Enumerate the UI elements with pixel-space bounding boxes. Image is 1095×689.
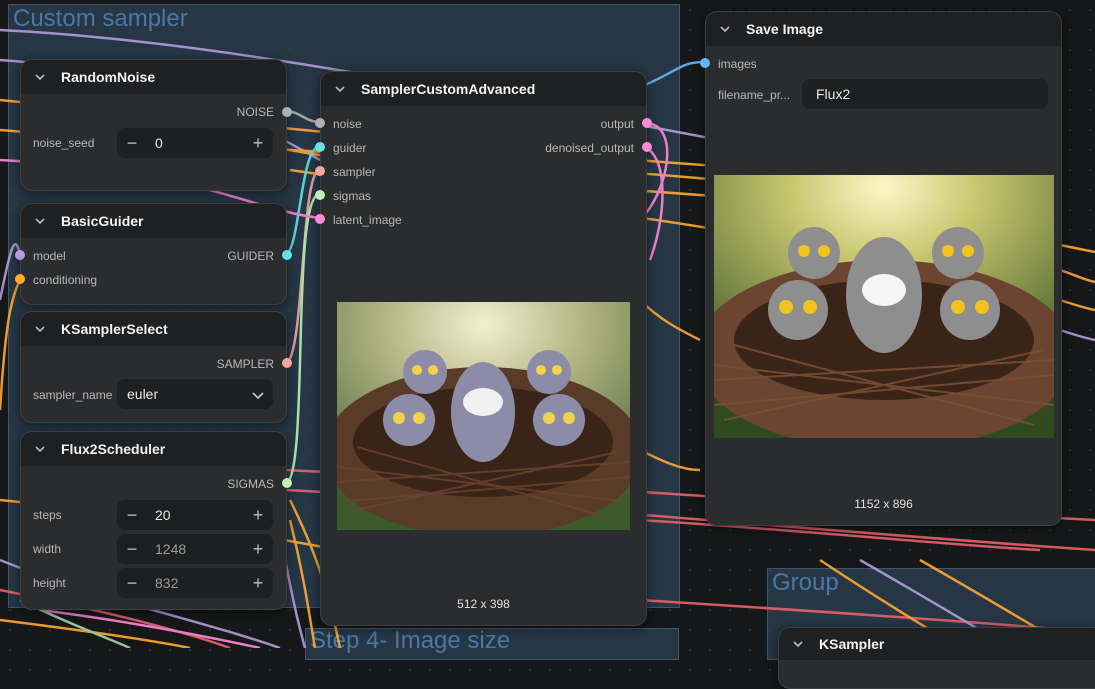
sampler-name-select[interactable]: euler — [117, 379, 273, 409]
input-label-model: model — [33, 249, 66, 263]
node-sampler-custom-advanced[interactable]: SamplerCustomAdvanced noise guider sampl… — [315, 71, 652, 626]
node-title: Flux2Scheduler — [61, 441, 166, 457]
filename-prefix-value[interactable]: Flux2 — [802, 86, 1048, 102]
saved-image — [714, 175, 1054, 438]
steps-value[interactable]: 20 — [147, 507, 243, 523]
widget-label: noise_seed — [33, 136, 95, 150]
group-step4[interactable]: Step 4- Image size — [305, 627, 679, 660]
noise-seed-value[interactable]: 0 — [147, 135, 243, 151]
node-ksampler-select[interactable]: KSamplerSelect SAMPLER sampler_name eule… — [20, 311, 292, 423]
node-title: KSamplerSelect — [61, 321, 168, 337]
input-label-images: images — [718, 57, 757, 71]
noise-seed-stepper[interactable]: − 0 + — [117, 128, 273, 158]
input-dot-model[interactable] — [15, 250, 25, 260]
height-stepper[interactable]: − 832 + — [117, 568, 273, 598]
input-dot-conditioning[interactable] — [15, 274, 25, 284]
input-label-noise: noise — [333, 117, 362, 131]
output-dot-sampler[interactable] — [282, 358, 292, 368]
minus-icon[interactable]: − — [117, 133, 147, 154]
sampler-name-value[interactable]: euler — [117, 386, 243, 402]
output-label-noise: NOISE — [236, 105, 274, 119]
minus-icon[interactable]: − — [117, 505, 147, 526]
minus-icon[interactable]: − — [117, 573, 147, 594]
node-title: KSampler — [819, 636, 885, 652]
chevron-down-icon[interactable] — [791, 637, 805, 651]
node-title: BasicGuider — [61, 213, 144, 229]
output-dot-denoised[interactable] — [642, 142, 652, 152]
input-label-sampler: sampler — [333, 165, 376, 179]
node-title: Save Image — [746, 21, 824, 37]
filename-prefix-field[interactable]: Flux2 — [802, 79, 1048, 109]
steps-stepper[interactable]: − 20 + — [117, 500, 273, 530]
input-dot-sigmas[interactable] — [315, 190, 325, 200]
plus-icon[interactable]: + — [243, 539, 273, 560]
widget-label: filename_pr... — [718, 88, 791, 102]
plus-icon[interactable]: + — [243, 573, 273, 594]
input-dot-guider[interactable] — [315, 142, 325, 152]
node-title: RandomNoise — [61, 69, 156, 85]
chevron-down-icon[interactable] — [333, 82, 347, 96]
node-random-noise[interactable]: RandomNoise NOISE noise_seed − 0 + — [20, 59, 292, 191]
widget-label: height — [33, 576, 66, 590]
chevron-down-icon[interactable] — [33, 442, 47, 456]
group-title: Step 4- Image size — [310, 627, 511, 654]
input-dot-sampler[interactable] — [315, 166, 325, 176]
output-label-denoised: denoised_output — [545, 141, 634, 155]
input-label-conditioning: conditioning — [33, 273, 98, 287]
input-dot-noise[interactable] — [315, 118, 325, 128]
output-label-output: output — [600, 117, 634, 131]
preview-image — [337, 302, 630, 530]
output-label-sigmas: SIGMAS — [227, 477, 274, 491]
output-dot-guider[interactable] — [282, 250, 292, 260]
node-basic-guider[interactable]: BasicGuider model conditioning GUIDER — [15, 203, 292, 305]
chevron-down-icon[interactable] — [33, 70, 47, 84]
output-dot-output[interactable] — [642, 118, 652, 128]
group-title: Group — [772, 569, 839, 596]
output-dot-noise[interactable] — [282, 107, 292, 117]
node-flux2-scheduler[interactable]: Flux2Scheduler SIGMAS steps − 20 + width… — [20, 431, 292, 610]
minus-icon[interactable]: − — [117, 539, 147, 560]
input-dot-latent-image[interactable] — [315, 214, 325, 224]
input-label-guider: guider — [333, 141, 367, 155]
node-save-image[interactable]: Save Image images filename_pr... Flux2 1… — [700, 11, 1062, 526]
preview-size: 512 x 398 — [457, 597, 510, 611]
widget-label: steps — [33, 508, 62, 522]
widget-label: sampler_name — [33, 388, 113, 402]
output-label-sampler: SAMPLER — [216, 357, 274, 371]
input-label-sigmas: sigmas — [333, 189, 372, 203]
widget-label: width — [33, 542, 62, 556]
width-stepper[interactable]: − 1248 + — [117, 534, 273, 564]
chevron-down-icon[interactable] — [33, 322, 47, 336]
chevron-down-icon[interactable] — [243, 384, 273, 405]
input-dot-images[interactable] — [700, 58, 710, 68]
output-label-guider: GUIDER — [227, 249, 274, 263]
node-title: SamplerCustomAdvanced — [361, 81, 536, 97]
image-size: 1152 x 896 — [854, 497, 913, 511]
chevron-down-icon[interactable] — [33, 214, 47, 228]
height-value[interactable]: 832 — [147, 575, 243, 591]
output-dot-sigmas[interactable] — [282, 478, 292, 488]
plus-icon[interactable]: + — [243, 133, 273, 154]
plus-icon[interactable]: + — [243, 505, 273, 526]
input-label-latent-image: latent_image — [333, 213, 402, 227]
group-title: Custom sampler — [13, 5, 188, 32]
width-value[interactable]: 1248 — [147, 541, 243, 557]
chevron-down-icon[interactable] — [718, 22, 732, 36]
node-ksampler[interactable]: KSampler — [778, 627, 1095, 689]
